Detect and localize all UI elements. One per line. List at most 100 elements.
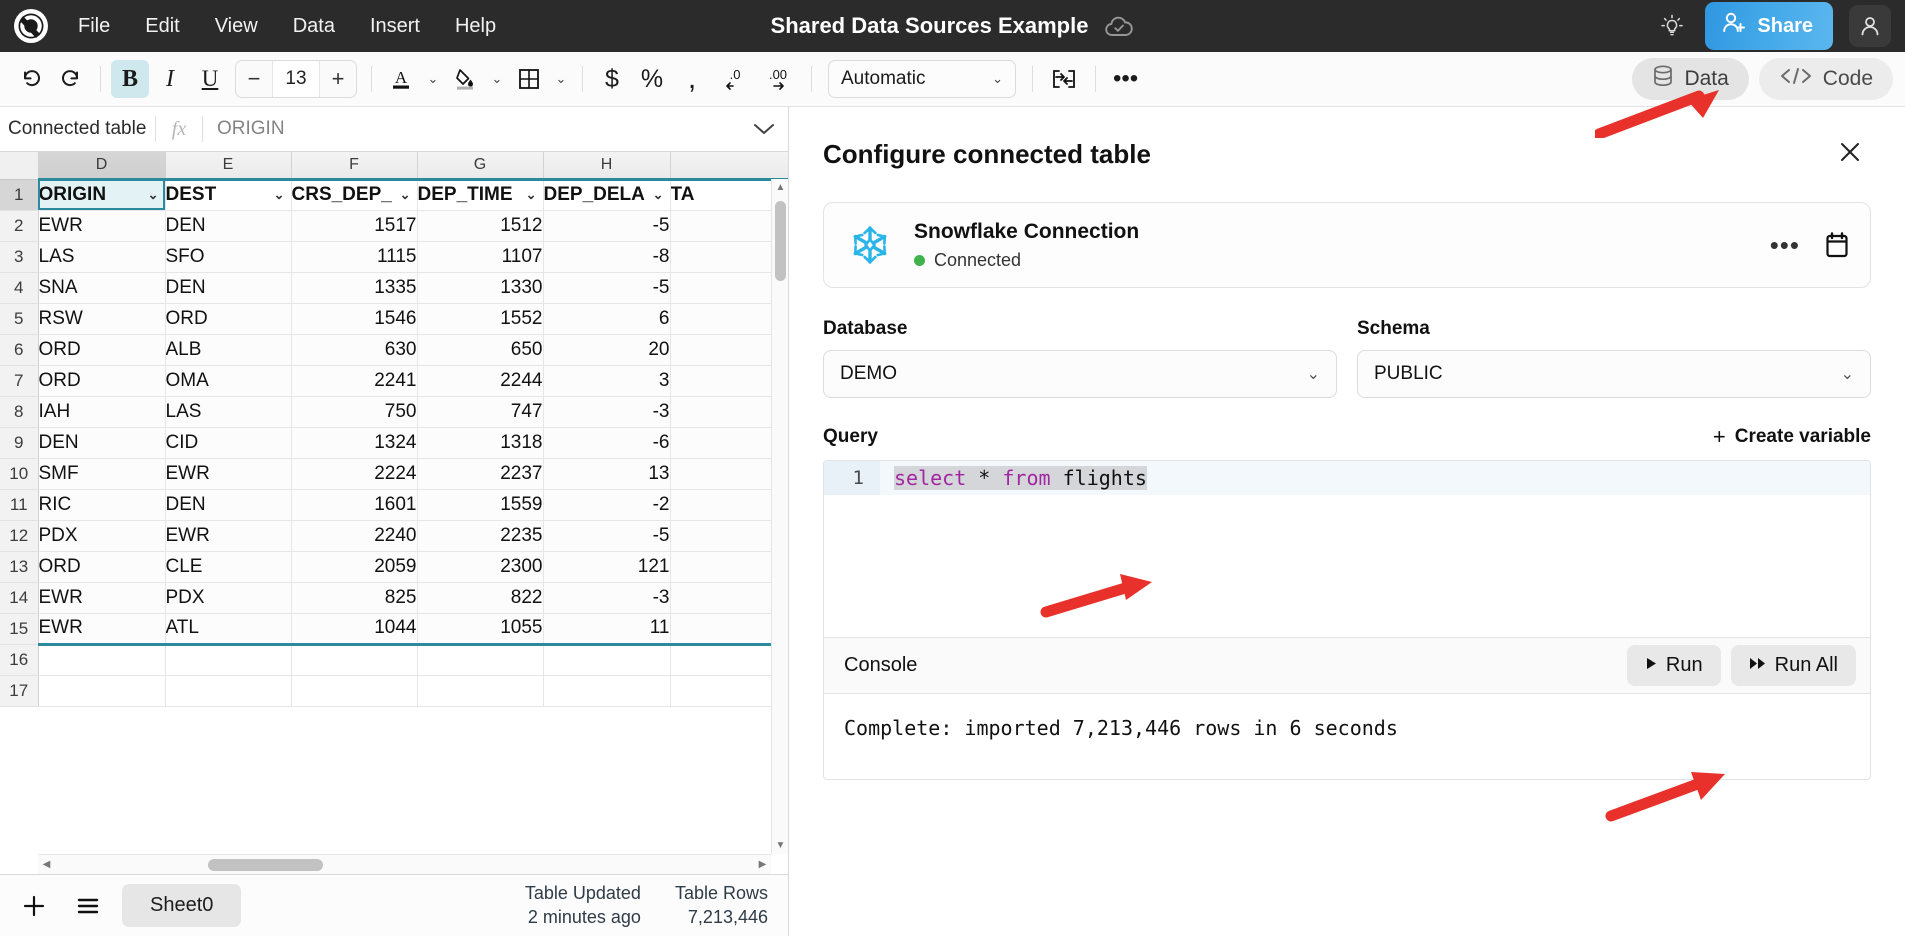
cell-F6[interactable]: 630 <box>291 334 417 365</box>
column-header-e[interactable]: E <box>165 152 291 179</box>
cell-D2[interactable]: EWR <box>38 210 165 241</box>
chevron-down-icon[interactable]: ⌄ <box>274 187 285 203</box>
cell-E14[interactable]: PDX <box>165 582 291 613</box>
column-header-f[interactable]: F <box>291 152 417 179</box>
database-select[interactable]: DEMO ⌄ <box>823 350 1337 398</box>
cell-G9[interactable]: 1318 <box>417 427 543 458</box>
cell-E8[interactable]: LAS <box>165 396 291 427</box>
cell-D12[interactable]: PDX <box>38 520 165 551</box>
cell-H3[interactable]: -8 <box>543 241 670 272</box>
cell-D6[interactable]: ORD <box>38 334 165 365</box>
percent-format-button[interactable]: % <box>633 60 671 98</box>
row-header-14[interactable]: 14 <box>0 582 38 613</box>
row-header-7[interactable]: 7 <box>0 365 38 396</box>
row-header-12[interactable]: 12 <box>0 520 38 551</box>
cell-D17[interactable] <box>38 675 165 706</box>
code-panel-button[interactable]: Code <box>1759 58 1893 100</box>
row-header-6[interactable]: 6 <box>0 334 38 365</box>
cell-D4[interactable]: SNA <box>38 272 165 303</box>
cell-F15[interactable]: 1044 <box>291 613 417 644</box>
chevron-down-icon[interactable]: ⌄ <box>400 187 411 203</box>
table-column-header-dep-delay[interactable]: DEP_DELA ⌄ <box>543 179 670 210</box>
row-header-8[interactable]: 8 <box>0 396 38 427</box>
row-header-13[interactable]: 13 <box>0 551 38 582</box>
cell-E11[interactable]: DEN <box>165 489 291 520</box>
omni-logo-icon[interactable] <box>14 9 48 43</box>
row-header-5[interactable]: 5 <box>0 303 38 334</box>
number-format-select[interactable]: Automatic ⌄ <box>828 60 1016 98</box>
create-variable-button[interactable]: + Create variable <box>1713 424 1871 450</box>
wrap-text-icon[interactable] <box>1043 60 1085 98</box>
cell-E9[interactable]: CID <box>165 427 291 458</box>
select-all-corner[interactable] <box>0 152 38 179</box>
cell-G5[interactable]: 1552 <box>417 303 543 334</box>
query-editor[interactable]: 1 select * from flights <box>823 460 1871 638</box>
menu-item-insert[interactable]: Insert <box>356 9 434 44</box>
cell-D16[interactable] <box>38 644 165 675</box>
chevron-down-icon[interactable]: ⌄ <box>653 187 664 203</box>
cell-F9[interactable]: 1324 <box>291 427 417 458</box>
schema-select[interactable]: PUBLIC ⌄ <box>1357 350 1871 398</box>
cell-H5[interactable]: 6 <box>543 303 670 334</box>
horizontal-scroll-thumb[interactable] <box>208 859 323 871</box>
sheet-tab-sheet0[interactable]: Sheet0 <box>122 884 241 927</box>
row-header-1[interactable]: 1 <box>0 179 38 210</box>
run-button[interactable]: Run <box>1627 645 1721 686</box>
spreadsheet-grid[interactable]: D E F G H 1 ORIGIN ⌄ DEST ⌄ <box>0 152 788 874</box>
redo-icon[interactable] <box>52 60 90 98</box>
italic-button[interactable]: I <box>151 60 189 98</box>
cell-E15[interactable]: ATL <box>165 613 291 644</box>
cell-H15[interactable]: 11 <box>543 613 670 644</box>
cell-D10[interactable]: SMF <box>38 458 165 489</box>
scroll-right-icon[interactable]: ▶ <box>754 855 771 874</box>
cell-H7[interactable]: 3 <box>543 365 670 396</box>
more-horizontal-icon[interactable]: ••• <box>1106 60 1145 98</box>
cell-E3[interactable]: SFO <box>165 241 291 272</box>
cell-H6[interactable]: 20 <box>543 334 670 365</box>
cell-H9[interactable]: -6 <box>543 427 670 458</box>
table-column-header-dest[interactable]: DEST ⌄ <box>165 179 291 210</box>
code-content[interactable]: select * from flights <box>880 466 1147 490</box>
currency-format-button[interactable]: $ <box>593 60 631 98</box>
table-column-header-origin[interactable]: ORIGIN ⌄ <box>38 179 165 210</box>
close-icon[interactable] <box>1829 135 1871 174</box>
add-sheet-button[interactable] <box>14 886 54 926</box>
scroll-up-icon[interactable]: ▲ <box>772 179 788 196</box>
cell-F4[interactable]: 1335 <box>291 272 417 303</box>
borders-icon[interactable] <box>510 60 548 98</box>
cell-G3[interactable]: 1107 <box>417 241 543 272</box>
column-header-i[interactable] <box>670 152 788 179</box>
cell-G2[interactable]: 1512 <box>417 210 543 241</box>
cell-D14[interactable]: EWR <box>38 582 165 613</box>
cell-G15[interactable]: 1055 <box>417 613 543 644</box>
cell-D15[interactable]: EWR <box>38 613 165 644</box>
cell-D11[interactable]: RIC <box>38 489 165 520</box>
cell-H11[interactable]: -2 <box>543 489 670 520</box>
connection-card[interactable]: Snowflake Connection Connected ••• <box>823 202 1871 288</box>
formula-input[interactable]: ORIGIN <box>203 118 740 140</box>
fill-color-icon[interactable] <box>446 60 484 98</box>
text-color-icon[interactable]: A <box>382 60 420 98</box>
cell-F3[interactable]: 1115 <box>291 241 417 272</box>
underline-button[interactable]: U <box>191 60 229 98</box>
bold-button[interactable]: B <box>111 60 149 98</box>
row-header-4[interactable]: 4 <box>0 272 38 303</box>
cell-G14[interactable]: 822 <box>417 582 543 613</box>
comma-format-button[interactable]: , <box>673 60 711 98</box>
data-panel-button[interactable]: Data <box>1632 58 1748 100</box>
cell-E6[interactable]: ALB <box>165 334 291 365</box>
cell-F12[interactable]: 2240 <box>291 520 417 551</box>
increase-decimal-button[interactable]: .00 <box>757 60 801 98</box>
cell-D3[interactable]: LAS <box>38 241 165 272</box>
font-size-input[interactable]: 13 <box>272 61 320 97</box>
menu-item-data[interactable]: Data <box>279 9 349 44</box>
share-button[interactable]: Share <box>1705 2 1833 50</box>
text-color-chevron-down-icon[interactable]: ⌄ <box>422 60 444 98</box>
cell-F13[interactable]: 2059 <box>291 551 417 582</box>
chevron-down-icon[interactable] <box>740 121 788 137</box>
cell-G4[interactable]: 1330 <box>417 272 543 303</box>
cell-G12[interactable]: 2235 <box>417 520 543 551</box>
document-title[interactable]: Shared Data Sources Example <box>771 13 1089 39</box>
cell-G11[interactable]: 1559 <box>417 489 543 520</box>
menu-item-help[interactable]: Help <box>441 9 510 44</box>
